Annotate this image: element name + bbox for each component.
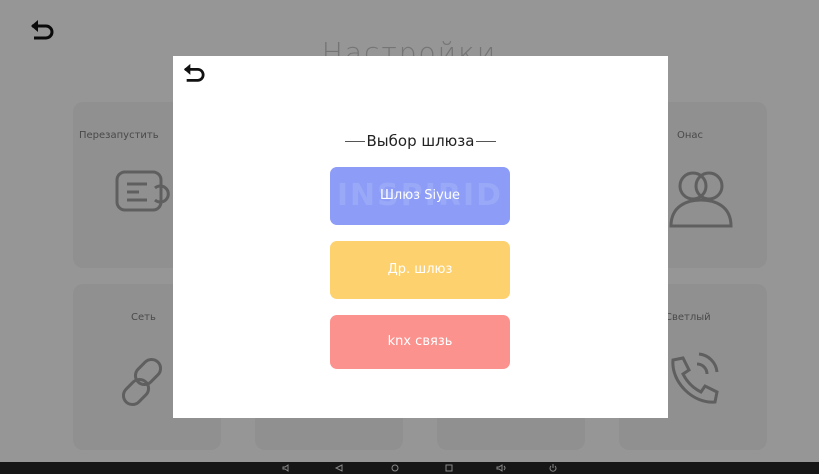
- other-gateway-button[interactable]: Др. шлюз: [330, 241, 510, 299]
- volume-icon[interactable]: [282, 464, 292, 472]
- dialog-title-text: Выбор шлюза: [366, 132, 475, 150]
- system-nav-bar: [0, 462, 819, 474]
- title-divider-right: [476, 141, 497, 142]
- option-label: Шлюз Siyue: [380, 188, 460, 203]
- option-label: knx связь: [387, 334, 453, 349]
- option-label: Др. шлюз: [387, 262, 453, 277]
- dialog-title: Выбор шлюза: [173, 132, 668, 150]
- power-icon[interactable]: [548, 464, 558, 472]
- title-divider-left: [344, 141, 365, 142]
- back-arrow-icon[interactable]: [181, 62, 207, 84]
- volume-icon[interactable]: [496, 464, 508, 472]
- back-triangle-icon[interactable]: [334, 464, 344, 472]
- recents-square-icon[interactable]: [444, 464, 454, 472]
- knx-connection-button[interactable]: knx связь: [330, 315, 510, 369]
- home-circle-icon[interactable]: [390, 464, 400, 472]
- gateway-select-dialog: Выбор шлюза INSPIRID Шлюз Siyue Др. шлюз…: [173, 56, 668, 418]
- gateway-siyue-button[interactable]: INSPIRID Шлюз Siyue: [330, 167, 510, 225]
